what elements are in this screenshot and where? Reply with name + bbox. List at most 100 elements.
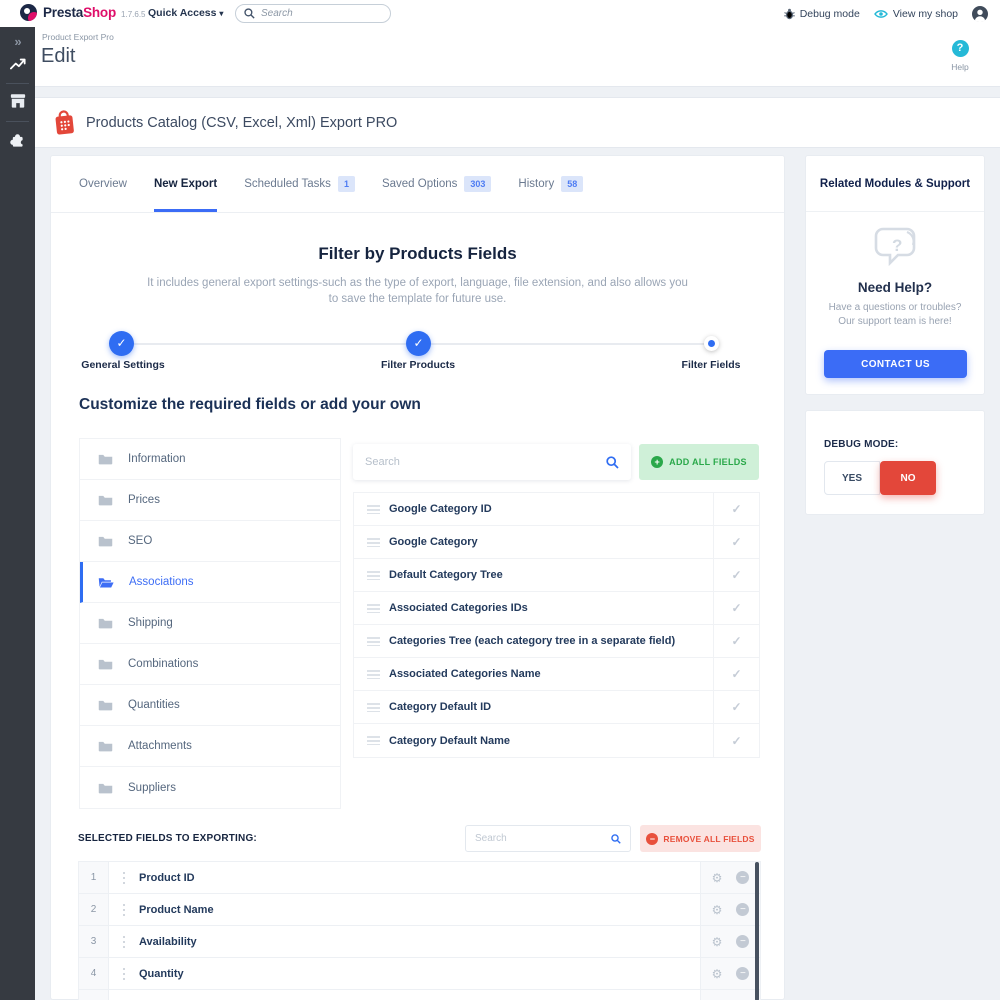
field-row[interactable]: Google Category ID ✓: [354, 493, 759, 526]
quick-access-menu[interactable]: Quick Access ▾: [148, 7, 223, 19]
category-attachments[interactable]: Attachments: [80, 726, 340, 767]
table-row[interactable]: 3 Availability ⚙ −: [79, 926, 760, 958]
category-seo[interactable]: SEO: [80, 521, 340, 562]
wizard-subtitle-line2: to save the template for future use.: [51, 293, 784, 305]
category-associations[interactable]: Associations: [80, 562, 340, 603]
tab-new-export[interactable]: New Export: [154, 156, 217, 212]
field-row[interactable]: Categories Tree (each category tree in a…: [354, 625, 759, 658]
settings-cogs-icon[interactable]: ⚙: [712, 967, 723, 981]
drag-handle-icon[interactable]: [367, 637, 380, 646]
tab-overview[interactable]: Overview: [79, 156, 127, 212]
field-row[interactable]: Associated Categories Name ✓: [354, 658, 759, 691]
row-number: 2: [79, 894, 109, 925]
debug-mode-toggle[interactable]: Debug mode: [784, 8, 860, 20]
remove-row-icon[interactable]: −: [736, 903, 749, 916]
step-filter-fields[interactable]: [704, 336, 719, 351]
field-check-icon[interactable]: ✓: [713, 559, 759, 591]
brand-presta: Presta: [43, 5, 83, 20]
folder-icon: [98, 535, 113, 547]
search-icon[interactable]: [606, 456, 619, 469]
bug-icon: [784, 8, 795, 20]
tab-saved-options[interactable]: Saved Options303: [382, 156, 491, 212]
field-check-icon[interactable]: ✓: [713, 625, 759, 657]
selected-search-input[interactable]: [475, 833, 611, 844]
prestashop-logo[interactable]: PrestaShop 1.7.6.5: [20, 4, 146, 21]
table-row[interactable]: 4 Quantity ⚙ −: [79, 958, 760, 990]
drag-handle-icon[interactable]: [367, 538, 380, 547]
category-quantities[interactable]: Quantities: [80, 685, 340, 726]
settings-cogs-icon[interactable]: ⚙: [712, 935, 723, 949]
remove-all-fields-button[interactable]: − REMOVE ALL FIELDS: [640, 825, 761, 852]
sidebar-item-shop[interactable]: [0, 93, 35, 113]
field-check-icon[interactable]: ✓: [713, 724, 759, 757]
drag-handle-icon[interactable]: [109, 862, 139, 893]
debug-no-button[interactable]: NO: [880, 461, 936, 495]
remove-row-icon[interactable]: −: [736, 935, 749, 948]
field-check-icon[interactable]: ✓: [713, 592, 759, 624]
contact-us-button[interactable]: CONTACT US: [824, 350, 967, 378]
tab-scheduled-tasks[interactable]: Scheduled Tasks1: [244, 156, 355, 212]
category-suppliers[interactable]: Suppliers: [80, 767, 340, 808]
fields-search-input[interactable]: [365, 456, 606, 468]
field-check-icon[interactable]: ✓: [713, 526, 759, 558]
category-label: Attachments: [128, 740, 192, 752]
field-check-icon[interactable]: ✓: [713, 493, 759, 525]
drag-handle-icon[interactable]: [367, 604, 380, 613]
need-help-title: Need Help?: [806, 280, 984, 295]
fields-search[interactable]: [353, 444, 631, 480]
sidebar-item-modules[interactable]: [0, 133, 35, 155]
table-row[interactable]: 2 Product Name ⚙ −: [79, 894, 760, 926]
sidebar-expand-icon[interactable]: »: [0, 34, 35, 49]
sidebar-divider: [6, 83, 29, 84]
sidebar-item-dashboard[interactable]: [0, 57, 35, 76]
add-all-fields-button[interactable]: + ADD ALL FIELDS: [639, 444, 759, 480]
field-row[interactable]: Associated Categories IDs ✓: [354, 592, 759, 625]
help-button[interactable]: ? Help: [932, 40, 988, 72]
tab-history[interactable]: History58: [518, 156, 583, 212]
drag-handle-icon[interactable]: [367, 571, 380, 580]
drag-handle-icon[interactable]: [367, 505, 380, 514]
step-general-settings[interactable]: ✓: [109, 331, 134, 356]
field-check-icon[interactable]: ✓: [713, 658, 759, 690]
category-prices[interactable]: Prices: [80, 480, 340, 521]
view-my-shop-link[interactable]: View my shop: [874, 8, 958, 20]
selected-search[interactable]: [465, 825, 631, 852]
search-icon[interactable]: [611, 834, 621, 844]
settings-cogs-icon[interactable]: ⚙: [712, 903, 723, 917]
category-information[interactable]: Information: [80, 439, 340, 480]
field-row[interactable]: Default Category Tree ✓: [354, 559, 759, 592]
profile-avatar[interactable]: [972, 6, 988, 22]
remove-row-icon[interactable]: −: [736, 967, 749, 980]
field-row[interactable]: Category Default Name ✓: [354, 724, 759, 757]
row-field-name: Quantity: [139, 958, 700, 989]
debug-mode-label: DEBUG MODE:: [824, 439, 898, 450]
category-shipping[interactable]: Shipping: [80, 603, 340, 644]
drag-handle-icon[interactable]: [109, 958, 139, 989]
category-combinations[interactable]: Combinations: [80, 644, 340, 685]
debug-yes-button[interactable]: YES: [824, 461, 880, 495]
folder-icon: [98, 699, 113, 711]
drag-handle-icon[interactable]: [367, 736, 380, 745]
module-header: Products Catalog (CSV, Excel, Xml) Expor…: [35, 97, 1000, 148]
field-row[interactable]: Category Default ID ✓: [354, 691, 759, 724]
field-row[interactable]: Google Category ✓: [354, 526, 759, 559]
settings-cogs-icon[interactable]: ⚙: [712, 871, 723, 885]
eye-icon: [874, 9, 888, 19]
view-my-shop-label: View my shop: [893, 8, 958, 20]
table-scrollbar[interactable]: [755, 862, 759, 1000]
remove-row-icon[interactable]: −: [736, 871, 749, 884]
drag-handle-icon[interactable]: [367, 670, 380, 679]
global-search[interactable]: [235, 4, 391, 23]
global-search-input[interactable]: [261, 8, 371, 19]
brand-shop: Shop: [83, 5, 116, 20]
drag-handle-icon[interactable]: [367, 703, 380, 712]
field-name: Category Default Name: [389, 735, 713, 747]
module-title: Products Catalog (CSV, Excel, Xml) Expor…: [86, 115, 397, 131]
table-row[interactable]: 1 Product ID ⚙ −: [79, 862, 760, 894]
step-filter-products[interactable]: ✓: [406, 331, 431, 356]
field-check-icon[interactable]: ✓: [713, 691, 759, 723]
debug-mode-panel: DEBUG MODE: YES NO: [805, 410, 985, 515]
drag-handle-icon[interactable]: [109, 894, 139, 925]
category-label: Prices: [128, 494, 160, 506]
drag-handle-icon[interactable]: [109, 926, 139, 957]
